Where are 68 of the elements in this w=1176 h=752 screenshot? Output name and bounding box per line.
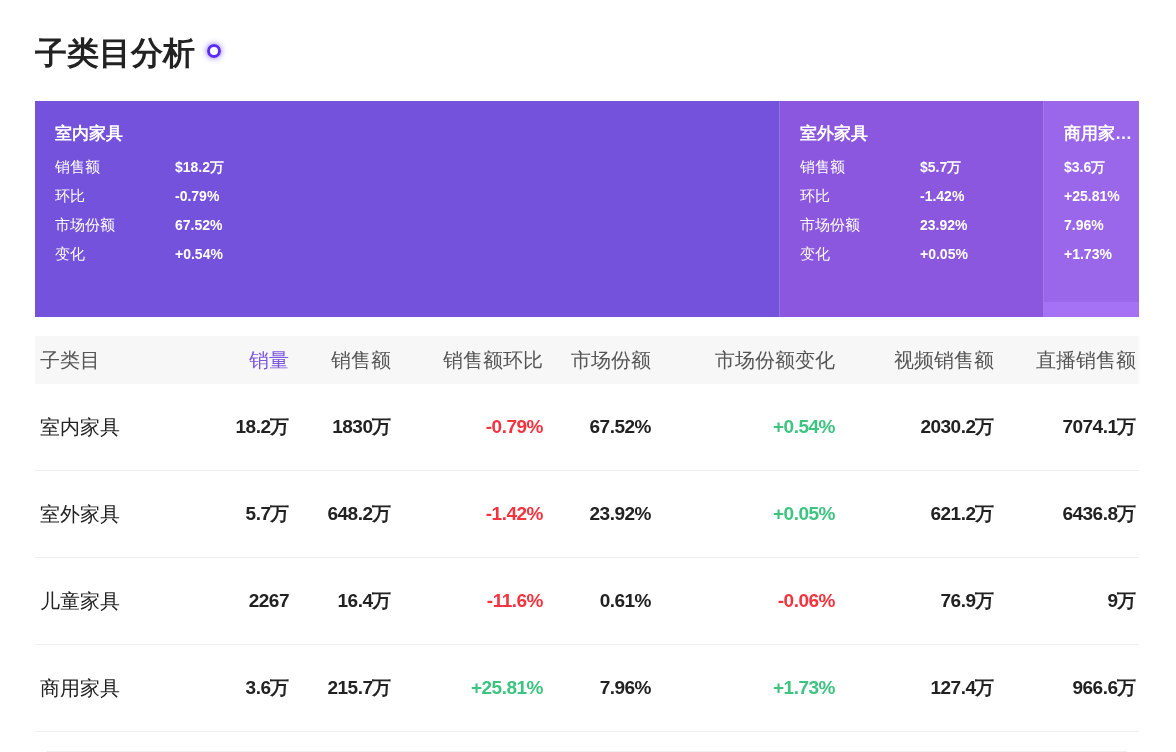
table-cell-text: +0.54% [772, 414, 835, 439]
table-cell-text: 76.9万 [939, 588, 994, 613]
metric-value: +0.54% [175, 244, 223, 264]
column-header[interactable]: 市场份额 [543, 345, 651, 375]
table-cell-text: 23.92% [588, 501, 651, 526]
table-cell-text: 16.4万 [336, 588, 391, 613]
metric-value: -1.42% [920, 186, 965, 206]
metric-value: $18.2万 [175, 157, 225, 177]
table-cell-text: 商用家具 [39, 676, 121, 701]
tile-title: 室外家具 [800, 123, 869, 145]
metric-label: 环比 [55, 185, 86, 206]
table-cell-text: 5.7万 [244, 501, 289, 526]
table-cell-text: 2030.2万 [919, 414, 994, 439]
table-cell-text: 0.61% [598, 588, 651, 613]
table-cell-text: 7074.1万 [1061, 414, 1136, 439]
metric-value: $3.6万 [1064, 157, 1106, 177]
metric-value: 23.92% [920, 215, 968, 235]
table-cell-text: 67.52% [588, 414, 651, 439]
table-cell-text: -11.6% [485, 588, 543, 613]
metric-label: 变化 [55, 243, 86, 264]
table-cell-text: -1.42% [484, 501, 543, 526]
column-header[interactable]: 视频销售额 [835, 345, 994, 375]
table-cell-text: 7.96% [598, 675, 651, 700]
metric-label: 市场份额 [55, 214, 116, 235]
table-cell-text: 9万 [1106, 588, 1136, 613]
tile-title: 室内家具 [55, 123, 124, 145]
table-cell-text: 2267 [247, 588, 289, 613]
table-cell-text: +25.81% [469, 675, 543, 700]
table-cell-text: 18.2万 [234, 414, 289, 439]
table-cell-text: 648.2万 [326, 501, 391, 526]
table-cell-text: 215.7万 [326, 675, 391, 700]
metric-label: 变化 [800, 243, 831, 264]
metric-value: -0.79% [175, 186, 220, 206]
table-cell-text: -0.06% [776, 588, 835, 613]
tile-title: 商用家… [1064, 123, 1133, 145]
table-cell-text: 室内家具 [39, 415, 121, 440]
table-cell-text: -0.79% [484, 414, 543, 439]
metric-value: 7.96% [1064, 215, 1104, 235]
metric-label: 市场份额 [800, 214, 861, 235]
page-title: 子类目分析 [35, 34, 195, 73]
treemap-tile[interactable]: 商用家… $3.6万 +25.81% 7.96% +1.73% [1044, 101, 1139, 302]
table-cell-text: 6436.8万 [1061, 501, 1136, 526]
column-header[interactable]: 销售额 [289, 345, 391, 375]
metric-value: +1.73% [1064, 244, 1112, 264]
treemap-tile[interactable]: 室内家具 销售额 $18.2万 环比 -0.79% 市场份额 67.52% 变化 +0.54% [35, 101, 780, 317]
treemap-tile[interactable]: 室外家具 销售额 $5.7万 环比 -1.42% 市场份额 23.92% 变化 +0.05% [780, 101, 1044, 317]
table-cell-text: 室外家具 [39, 502, 121, 527]
metric-value: 67.52% [175, 215, 223, 235]
column-header[interactable]: 市场份额变化 [651, 345, 835, 375]
metric-label: 环比 [800, 185, 831, 206]
metric-value: +0.05% [920, 244, 968, 264]
table-cell-text: 966.6万 [1071, 675, 1136, 700]
table-cell-text: 621.2万 [929, 501, 994, 526]
metric-label: 销售额 [800, 156, 846, 177]
metric-value: $5.7万 [920, 157, 962, 177]
column-header[interactable]: 直播销售额 [994, 345, 1136, 375]
table-cell-text: 儿童家具 [39, 589, 121, 614]
table-cell-text: 1830万 [331, 414, 391, 439]
table-cell-text: +0.05% [772, 501, 835, 526]
metric-label: 销售额 [55, 156, 101, 177]
column-header[interactable]: 子类目 [35, 345, 205, 375]
table-cell-text: +1.73% [772, 675, 835, 700]
table-cell-text: 127.4万 [929, 675, 994, 700]
table-cell-text: 3.6万 [244, 675, 289, 700]
column-header[interactable]: 销售额环比 [391, 345, 543, 375]
column-header[interactable]: 销量 [205, 345, 289, 375]
treemap-tile[interactable] [1044, 302, 1139, 317]
metric-value: +25.81% [1064, 186, 1120, 206]
